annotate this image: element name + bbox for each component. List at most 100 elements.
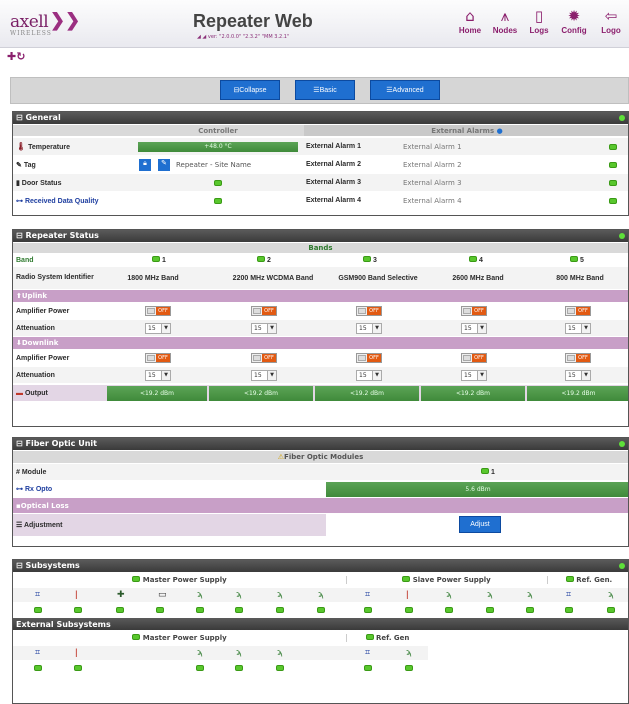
nav-home[interactable]: ⌂ Home — [452, 7, 488, 35]
ext-alarm-2-led — [609, 161, 617, 168]
tag-value: Repeater - Site Name — [176, 160, 252, 169]
adjustment-row: ☰ Adjustment Adjust — [13, 514, 628, 536]
downlink-amp-switch-1[interactable]: OFF — [145, 353, 171, 363]
ext-alarm-1-value: External Alarm 1 — [403, 142, 462, 151]
general-header[interactable]: ⊟ General — [13, 112, 628, 124]
downlink-amp-switch-4[interactable]: OFF — [461, 353, 487, 363]
band-5-num: 5 — [570, 256, 584, 264]
repeater-status-header[interactable]: ⊟ Repeater Status — [13, 230, 628, 242]
ext-alarm-1-led — [609, 143, 617, 150]
band-1-num: 1 — [152, 256, 166, 264]
ext-icons-row: ⌗ ǀ ϡ ϡ ϡ ⌗ ϡ — [13, 646, 428, 660]
band-2-num: 2 — [257, 256, 271, 264]
fiber-modules-header: ⚠Fiber Optic Modules — [277, 453, 364, 461]
ext-thermometer-icon: ǀ — [75, 648, 78, 658]
ref-gen-header: Ref. Gen. — [547, 576, 628, 584]
help-icon: ● — [496, 126, 503, 135]
output-row: ▬ Output <19.2 dBm <19.2 dBm <19.2 dBm <… — [13, 385, 628, 401]
power-4-icon: ϡ — [318, 590, 324, 600]
downlink-amp-switch-5[interactable]: OFF — [565, 353, 591, 363]
back-refresh-icon[interactable]: ✚↻ — [7, 50, 25, 63]
home-icon: ⌂ — [465, 7, 475, 25]
app-title: Repeater Web — [193, 11, 313, 31]
master-ps-header: Master Power Supply — [13, 576, 346, 584]
output-bar-2: <19.2 dBm — [209, 385, 313, 401]
general-section: ⊟ General Controller External Alarms ● 🌡… — [12, 111, 629, 216]
downlink-att-select-5[interactable]: 15 ▼ — [565, 369, 591, 381]
temperature-bar: +48.0 °C — [138, 141, 298, 152]
downlink-amp-switch-2[interactable]: OFF — [251, 353, 277, 363]
nav-logout[interactable]: ⇦ Logo — [593, 7, 629, 35]
ext-alarm-4-label: External Alarm 4 — [306, 197, 361, 204]
nav-logs[interactable]: ▯ Logs — [521, 7, 557, 35]
ext-alarm-4-led — [609, 197, 617, 204]
rdq-label: ⊶ Received Data Quality — [16, 197, 99, 205]
fiber-optic-section: ⊟ Fiber Optic Unit ⚠Fiber Optic Modules … — [12, 437, 629, 547]
advanced-button[interactable]: ☰Advanced — [370, 80, 440, 100]
uplink-att-select-2[interactable]: 15 ▼ — [251, 322, 277, 334]
ext-alarm-3-value: External Alarm 3 — [403, 178, 462, 187]
downlink-att-select-2[interactable]: 15 ▼ — [251, 369, 277, 381]
output-bar-1: <19.2 dBm — [107, 385, 207, 401]
ext-power-1-icon: ϡ — [197, 648, 203, 658]
repeater-status-section: ⊟ Repeater Status Bands Band 1 2 3 4 5 R… — [12, 229, 629, 427]
ext-power-3-icon: ϡ — [277, 648, 283, 658]
ext-master-ps-header: Master Power Supply — [13, 634, 346, 642]
downlink-amp-switch-3[interactable]: OFF — [356, 353, 382, 363]
view-toolbar: ⊟Collapse ☰Basic ☰Advanced — [10, 77, 629, 104]
nav-nodes[interactable]: ⩚ Nodes — [487, 7, 523, 35]
door-status-led — [214, 179, 222, 186]
band-row: Band 1 2 3 4 5 — [13, 254, 628, 266]
slave-power-1-icon: ϡ — [446, 590, 452, 600]
band-4-num: 4 — [469, 256, 483, 264]
uplink-amp-switch-1[interactable]: OFF — [145, 306, 171, 316]
uplink-amp-switch-5[interactable]: OFF — [565, 306, 591, 316]
edit-icon[interactable]: ✎ — [158, 158, 170, 171]
bands-header: Bands — [308, 244, 333, 252]
collapse-button[interactable]: ⊟Collapse — [220, 80, 280, 100]
uplink-att-select-3[interactable]: 15 ▼ — [356, 322, 382, 334]
ext-ref-gen-header: Ref. Gen — [346, 634, 428, 642]
uplink-header: ⬆ Uplink — [13, 290, 628, 302]
downlink-att-select-3[interactable]: 15 ▼ — [356, 369, 382, 381]
output-bar-4: <19.2 dBm — [421, 385, 525, 401]
basic-button[interactable]: ☰Basic — [295, 80, 355, 100]
external-alarms-header: External Alarms ● — [431, 126, 503, 135]
ext-module-icon: ⌗ — [35, 648, 41, 658]
temperature-label: 🌡︎ Temperature — [16, 142, 70, 151]
uplink-att-select-5[interactable]: 15 ▼ — [565, 322, 591, 334]
ext-alarm-1-label: External Alarm 1 — [306, 143, 361, 150]
controller-header: Controller — [198, 126, 238, 135]
door-status-label: ▮ Door Status — [16, 179, 62, 187]
uplink-att-select-4[interactable]: 15 ▼ — [461, 322, 487, 334]
tag-label: ✎ Tag — [16, 161, 36, 169]
power-2-icon: ϡ — [236, 590, 242, 600]
uplink-amp-switch-4[interactable]: OFF — [461, 306, 487, 316]
uplink-amp-switch-3[interactable]: OFF — [356, 306, 382, 316]
output-bar-3: <19.2 dBm — [315, 385, 419, 401]
nodes-icon: ⩚ — [500, 7, 510, 25]
external-subsystems-header[interactable]: External Subsystems — [13, 618, 628, 630]
ext-power-2-icon: ϡ — [236, 648, 242, 658]
uplink-att-select-1[interactable]: 15 ▼ — [145, 322, 171, 334]
downlink-header: ⬇ Downlink — [13, 337, 628, 349]
subsystem-icons-row: ⌗ ǀ ✚ ▭ ϡ ϡ ϡ ϡ ⌗ ǀ ϡ ϡ ϡ ⌗ ϡ — [13, 588, 628, 602]
power-1-icon: ϡ — [197, 590, 203, 600]
band-3-num: 3 — [363, 256, 377, 264]
gear-icon: ✹ — [567, 7, 581, 25]
downlink-att-row: Attenuation 15 ▼ 15 ▼ 15 ▼ 15 ▼ 15 ▼ — [13, 367, 628, 383]
sub-bar: ✚↻ — [0, 48, 629, 69]
downlink-att-select-1[interactable]: 15 ▼ — [145, 369, 171, 381]
adjust-button[interactable]: Adjust — [459, 516, 501, 533]
fiber-optic-header[interactable]: ⊟ Fiber Optic Unit — [13, 438, 628, 450]
thermometer-icon: ǀ — [75, 590, 78, 600]
uplink-amp-switch-2[interactable]: OFF — [251, 306, 277, 316]
module-row: # Module 1 — [13, 464, 628, 480]
optical-loss-header: ▪ Optical Loss — [13, 498, 628, 513]
lock-icon[interactable]: 🔒︎ — [139, 158, 151, 171]
subsystems-header[interactable]: ⊟ Subsystems — [13, 560, 628, 572]
nav-config[interactable]: ✹ Config — [556, 7, 592, 35]
output-bar-5: <19.2 dBm — [527, 385, 628, 401]
ext-alarm-3-label: External Alarm 3 — [306, 179, 361, 186]
downlink-att-select-4[interactable]: 15 ▼ — [461, 369, 487, 381]
